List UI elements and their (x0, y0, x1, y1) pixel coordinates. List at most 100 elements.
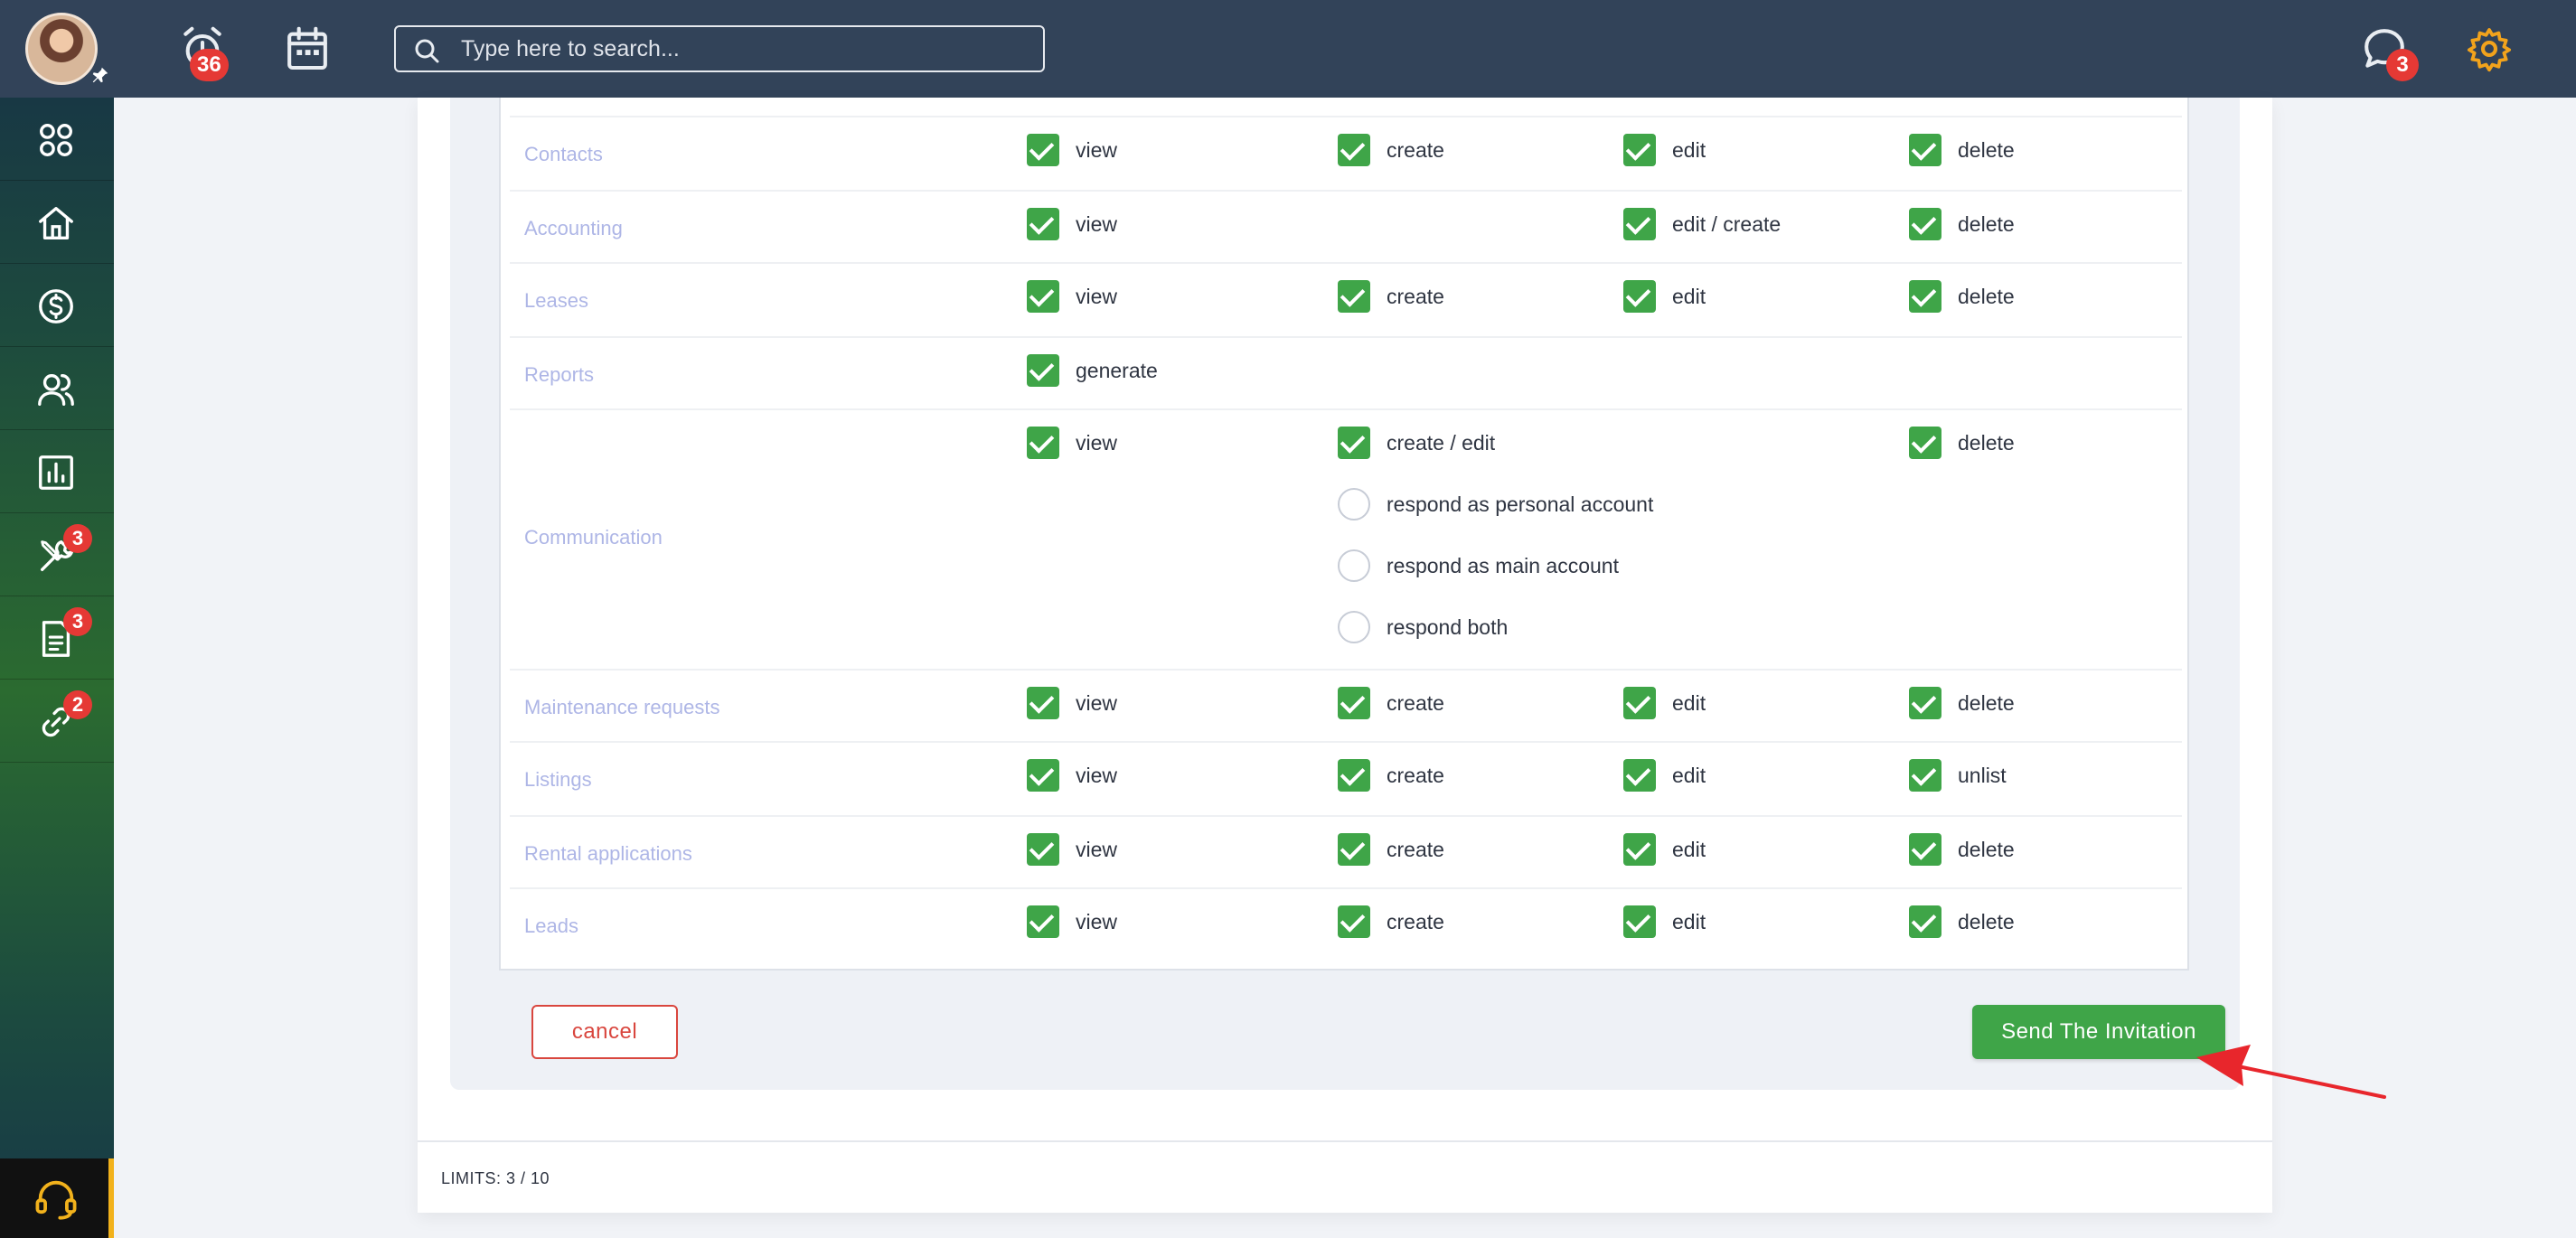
radio-button[interactable] (1338, 488, 1370, 521)
option-edit[interactable]: edit (1623, 904, 1706, 940)
option-view[interactable]: view (1027, 278, 1117, 314)
checkbox[interactable] (1909, 134, 1941, 166)
option-create-edit[interactable]: create / edit (1338, 425, 1495, 461)
checkbox[interactable] (1909, 280, 1941, 313)
checkbox[interactable] (1623, 759, 1656, 792)
checkbox[interactable] (1338, 134, 1370, 166)
option-delete[interactable]: delete (1909, 425, 2015, 461)
support-button[interactable] (0, 1158, 114, 1238)
checkbox[interactable] (1338, 905, 1370, 938)
option-create[interactable]: create (1338, 757, 1444, 793)
option-create[interactable]: create (1338, 278, 1444, 314)
checkbox[interactable] (1338, 687, 1370, 719)
option-edit[interactable]: edit (1623, 831, 1706, 868)
row-label: Rental applications (524, 842, 692, 865)
option-edit[interactable]: edit (1623, 132, 1706, 168)
checkbox[interactable] (1623, 905, 1656, 938)
checkbox[interactable] (1623, 687, 1656, 719)
option-delete[interactable]: delete (1909, 132, 2015, 168)
option-create[interactable]: create (1338, 685, 1444, 721)
users-icon (38, 373, 74, 406)
checkbox[interactable] (1338, 833, 1370, 866)
sidebar-item-documents[interactable]: 3 (0, 596, 114, 680)
option-generate[interactable]: generate (1027, 352, 1158, 389)
sidebar: 3 3 2 (0, 98, 114, 1238)
sidebar-item-finance[interactable] (0, 264, 114, 347)
sidebar-item-home[interactable] (0, 181, 114, 264)
row-label: Listings (524, 768, 592, 791)
option-create[interactable]: create (1338, 831, 1444, 868)
option-edit[interactable]: edit (1623, 278, 1706, 314)
checkbox[interactable] (1623, 833, 1656, 866)
option-create[interactable]: create (1338, 132, 1444, 168)
checkbox[interactable] (1623, 208, 1656, 240)
option-delete[interactable]: delete (1909, 831, 2015, 868)
option-delete[interactable]: delete (1909, 278, 2015, 314)
option-view[interactable]: view (1027, 206, 1117, 242)
option-view[interactable]: view (1027, 685, 1117, 721)
option-edit[interactable]: edit (1623, 757, 1706, 793)
gear-icon[interactable] (2464, 23, 2515, 74)
checkbox[interactable] (1027, 833, 1059, 866)
calendar-icon[interactable] (282, 23, 333, 74)
radio-button[interactable] (1338, 549, 1370, 582)
checkbox[interactable] (1909, 687, 1941, 719)
option-view[interactable]: view (1027, 132, 1117, 168)
radio-respond-personal[interactable]: respond as personal account (1338, 486, 1653, 522)
checkbox[interactable] (1338, 280, 1370, 313)
option-view[interactable]: view (1027, 904, 1117, 940)
row-label: Maintenance requests (524, 696, 720, 718)
checkbox[interactable] (1909, 905, 1941, 938)
sidebar-item-people[interactable] (0, 347, 114, 430)
option-edit[interactable]: edit (1623, 685, 1706, 721)
checkbox[interactable] (1623, 134, 1656, 166)
checkbox[interactable] (1027, 280, 1059, 313)
option-delete[interactable]: delete (1909, 685, 2015, 721)
checkbox[interactable] (1338, 427, 1370, 459)
sidebar-badge-links: 2 (63, 690, 92, 719)
checkbox[interactable] (1027, 905, 1059, 938)
option-unlist[interactable]: unlist (1909, 757, 2007, 793)
checkbox[interactable] (1623, 280, 1656, 313)
checkbox[interactable] (1027, 208, 1059, 240)
checkbox[interactable] (1909, 427, 1941, 459)
search-box[interactable] (394, 25, 1045, 72)
permission-row-communication: Communication view create / edit delete … (510, 408, 2182, 669)
checkbox[interactable] (1027, 427, 1059, 459)
search-input[interactable] (461, 27, 1021, 70)
sidebar-item-reports[interactable] (0, 430, 114, 513)
radio-respond-main[interactable]: respond as main account (1338, 548, 1619, 584)
option-edit-create[interactable]: edit / create (1623, 206, 1781, 242)
option-delete[interactable]: delete (1909, 904, 2015, 940)
checkbox[interactable] (1027, 134, 1059, 166)
radio-respond-both[interactable]: respond both (1338, 609, 1508, 645)
option-view[interactable]: view (1027, 757, 1117, 793)
checkbox[interactable] (1027, 687, 1059, 719)
row-label: Accounting (524, 217, 623, 239)
option-delete[interactable]: delete (1909, 206, 2015, 242)
checkbox[interactable] (1027, 354, 1059, 387)
permission-row-rental-applications: Rental applications view create edit del… (510, 815, 2182, 887)
user-avatar[interactable] (25, 13, 98, 85)
option-view[interactable]: view (1027, 425, 1117, 461)
checkbox[interactable] (1027, 759, 1059, 792)
option-view[interactable]: view (1027, 831, 1117, 868)
checkbox[interactable] (1909, 759, 1941, 792)
grid-icon (40, 124, 72, 156)
notifications-button[interactable]: 36 (177, 23, 231, 81)
sidebar-item-maintenance[interactable]: 3 (0, 513, 114, 596)
checkbox[interactable] (1338, 759, 1370, 792)
permission-row-reports: Reports generate (510, 336, 2182, 408)
cancel-button[interactable]: cancel (531, 1005, 678, 1059)
sidebar-item-links[interactable]: 2 (0, 680, 114, 763)
checkbox[interactable] (1909, 208, 1941, 240)
sidebar-item-dashboard[interactable] (0, 98, 114, 181)
chart-icon (39, 455, 73, 490)
home-icon (39, 207, 73, 239)
checkbox[interactable] (1909, 833, 1941, 866)
messages-button[interactable]: 3 (2359, 23, 2422, 81)
option-create[interactable]: create (1338, 904, 1444, 940)
permissions-panel: Contacts view create edit delete Account… (450, 98, 2240, 1090)
row-label: Leads (524, 914, 578, 937)
radio-button[interactable] (1338, 611, 1370, 643)
